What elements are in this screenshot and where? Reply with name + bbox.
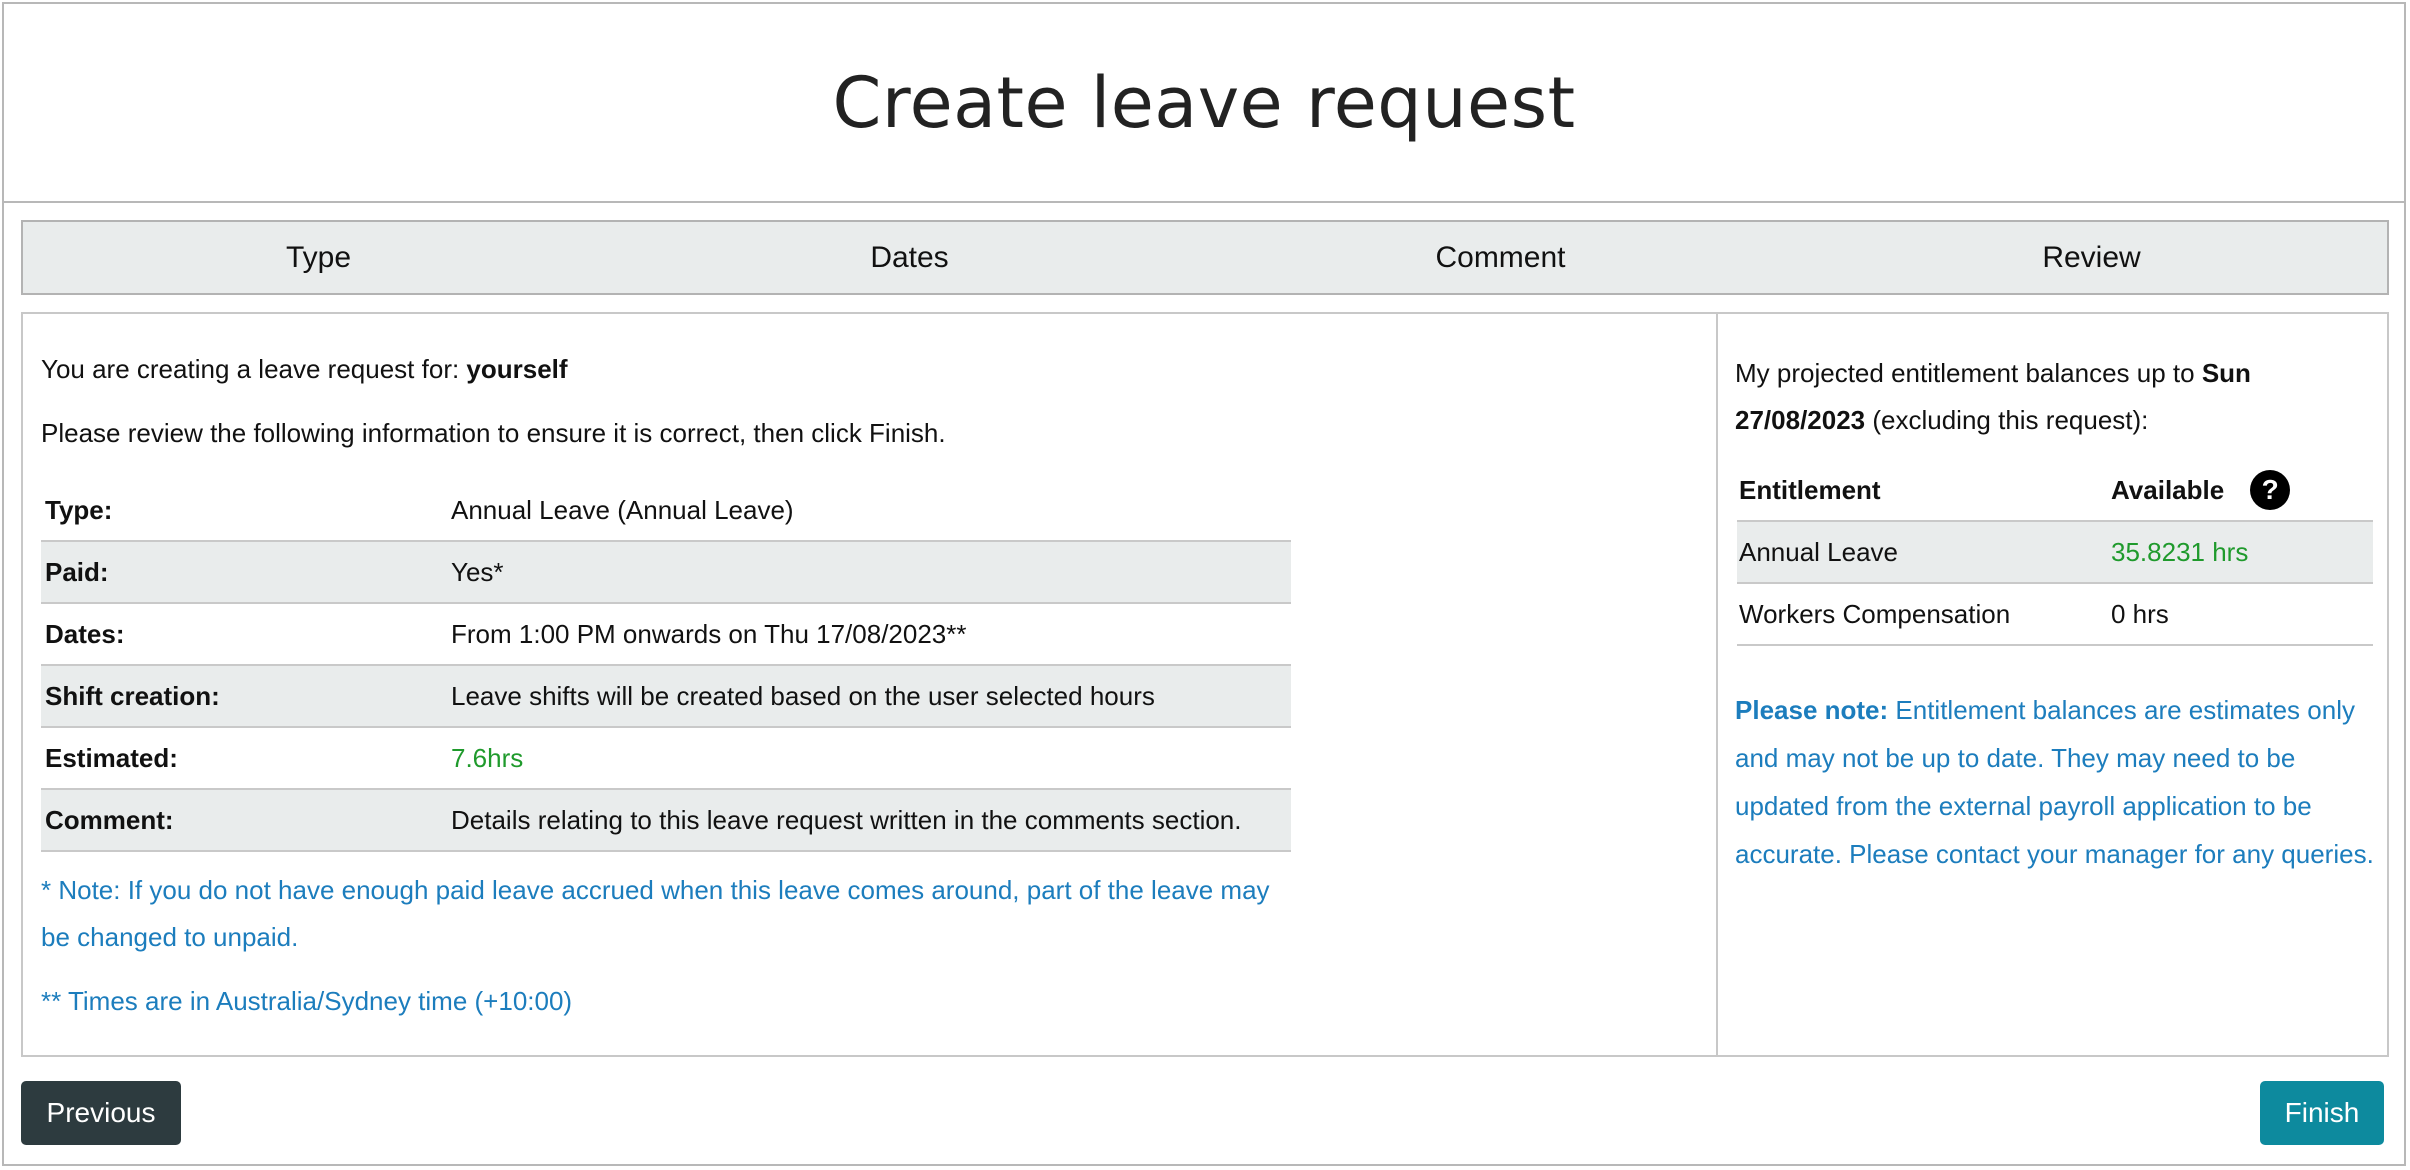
- row-value: Annual Leave (Annual Leave): [451, 494, 794, 525]
- step-dates[interactable]: Dates: [614, 222, 1205, 293]
- entitlement-table-header: Entitlement Available ?: [1737, 460, 2373, 522]
- page-title: Create leave request: [832, 61, 1576, 144]
- col-available-label: Available: [2111, 474, 2225, 505]
- review-row-dates: Dates: From 1:00 PM onwards on Thu 17/08…: [41, 604, 1291, 666]
- projected-suffix: (excluding this request):: [1865, 405, 2149, 435]
- row-value: Yes*: [451, 556, 504, 587]
- leave-request-window: Create leave request Type Dates Comment …: [2, 2, 2406, 1166]
- entitlement-name: Annual Leave: [1739, 536, 1899, 567]
- entitlement-name: Workers Compensation: [1739, 598, 2011, 629]
- col-entitlement: Entitlement: [1739, 474, 1881, 505]
- row-label: Dates:: [45, 618, 125, 649]
- panel-divider: [1716, 314, 1718, 1055]
- step-review[interactable]: Review: [1796, 222, 2387, 293]
- balances-disclaimer: Please note: Entitlement balances are es…: [1735, 686, 2375, 878]
- row-value: Leave shifts will be created based on th…: [451, 680, 1155, 711]
- entitlement-table: Entitlement Available ? Annual Leave 35.…: [1737, 460, 2373, 646]
- page-header: Create leave request: [4, 4, 2404, 203]
- row-label: Estimated:: [45, 742, 178, 773]
- review-row-type: Type: Annual Leave (Annual Leave): [41, 480, 1291, 542]
- review-row-comment: Comment: Details relating to this leave …: [41, 790, 1291, 852]
- step-comment[interactable]: Comment: [1205, 222, 1796, 293]
- row-value: From 1:00 PM onwards on Thu 17/08/2023**: [451, 618, 967, 649]
- entitlement-available: 35.8231 hrs: [2111, 536, 2249, 567]
- col-available: Available ?: [2111, 470, 2373, 510]
- review-row-estimated: Estimated: 7.6hrs: [41, 728, 1291, 790]
- entitlement-row-annual-leave: Annual Leave 35.8231 hrs: [1737, 522, 2373, 584]
- step-type[interactable]: Type: [23, 222, 614, 293]
- help-icon[interactable]: ?: [2250, 470, 2291, 510]
- projected-balances-text: My projected entitlement balances up to …: [1735, 350, 2375, 444]
- wizard-steps: Type Dates Comment Review: [21, 220, 2389, 295]
- row-label: Comment:: [45, 804, 174, 835]
- entitlement-row-workers-compensation: Workers Compensation 0 hrs: [1737, 584, 2373, 646]
- entitlement-available: 0 hrs: [2111, 598, 2169, 629]
- previous-button[interactable]: Previous: [21, 1081, 181, 1145]
- request-for-subject: yourself: [466, 354, 568, 384]
- finish-button[interactable]: Finish: [2260, 1081, 2384, 1145]
- timezone-note: ** Times are in Australia/Sydney time (+…: [41, 986, 573, 1016]
- review-table: Type: Annual Leave (Annual Leave) Paid: …: [41, 480, 1291, 852]
- row-label: Type:: [45, 494, 113, 525]
- request-for-text: You are creating a leave request for: yo…: [41, 354, 568, 385]
- row-value: Details relating to this leave request w…: [451, 804, 1242, 835]
- review-row-paid: Paid: Yes*: [41, 542, 1291, 604]
- review-panel: You are creating a leave request for: yo…: [21, 312, 2389, 1057]
- request-for-label: You are creating a leave request for:: [41, 354, 467, 384]
- disclaimer-label: Please note:: [1735, 695, 1889, 725]
- estimated-hours: 7.6hrs: [451, 742, 524, 773]
- row-label: Paid:: [45, 556, 109, 587]
- projected-label: My projected entitlement balances up to: [1735, 358, 2202, 388]
- review-instruction: Please review the following information …: [41, 418, 946, 448]
- paid-leave-note: * Note: If you do not have enough paid l…: [41, 875, 1270, 952]
- row-label: Shift creation:: [45, 680, 220, 711]
- review-row-shift-creation: Shift creation: Leave shifts will be cre…: [41, 666, 1291, 728]
